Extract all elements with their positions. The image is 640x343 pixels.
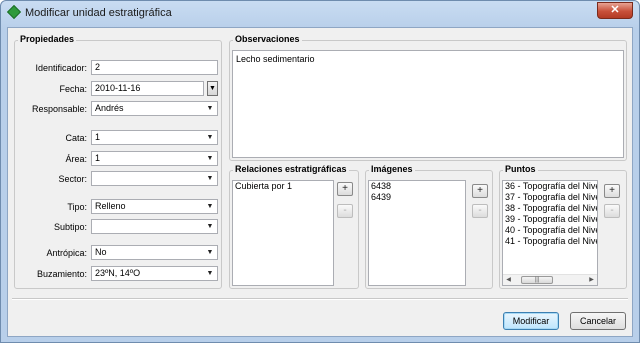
antropica-label: Antrópica: — [46, 248, 87, 258]
responsable-select[interactable]: Andrés ▼ — [91, 101, 218, 116]
relaciones-title: Relaciones estratigráficas — [233, 164, 349, 174]
antropica-value: No — [95, 247, 107, 257]
cata-select[interactable]: 1 ▼ — [91, 130, 218, 145]
window-title: Modificar unidad estratigráfica — [25, 7, 172, 19]
add-imagen-button[interactable]: + — [472, 184, 488, 198]
title-bar[interactable]: Modificar unidad estratigráfica ✕ — [1, 1, 639, 27]
list-item[interactable]: 38 - Topografía del Nive — [503, 203, 597, 214]
tipo-label: Tipo: — [67, 202, 87, 212]
fecha-label: Fecha: — [59, 84, 87, 94]
subtipo-select[interactable]: ▼ — [91, 219, 218, 234]
subtipo-label: Subtipo: — [53, 222, 87, 232]
observaciones-textarea[interactable]: Lecho sedimentario — [232, 50, 624, 158]
add-relacion-button[interactable]: + — [337, 182, 353, 196]
chevron-down-icon: ▼ — [206, 175, 214, 182]
imagenes-list[interactable]: 6438 6439 — [368, 180, 466, 286]
responsable-label: Responsable: — [31, 104, 87, 114]
list-item[interactable]: 41 - Topografía del Nive — [503, 236, 597, 247]
tipo-value: Relleno — [95, 201, 126, 211]
observaciones-group: Observaciones Lecho sedimentario — [229, 34, 627, 161]
puntos-title: Puntos — [503, 164, 538, 174]
list-item[interactable]: 37 - Topografía del Nive — [503, 192, 597, 203]
remove-punto-button[interactable]: - — [604, 204, 620, 218]
imagenes-group: Imágenes 6438 6439 + - — [365, 164, 493, 289]
list-item[interactable]: 36 - Topografía del Nive — [503, 181, 597, 192]
modificar-button[interactable]: Modificar — [503, 312, 559, 330]
list-item[interactable]: 6438 — [369, 181, 465, 192]
date-picker-button[interactable]: ▼ — [207, 81, 218, 96]
dialog-body: Propiedades Identificador: 2 Fecha: 2010… — [7, 27, 633, 337]
scroll-right-icon[interactable]: ▶ — [586, 275, 597, 285]
chevron-down-icon: ▼ — [206, 223, 214, 230]
sector-label: Sector: — [58, 174, 87, 184]
chevron-down-icon: ▼ — [206, 155, 214, 162]
app-diamond-icon — [6, 4, 22, 20]
imagenes-title: Imágenes — [369, 164, 415, 174]
relaciones-list[interactable]: Cubierta por 1 — [232, 180, 334, 286]
antropica-select[interactable]: No ▼ — [91, 245, 218, 260]
area-value: 1 — [95, 153, 101, 163]
buzamiento-select[interactable]: 23ºN, 14ºO ▼ — [91, 266, 218, 281]
list-item[interactable]: 6439 — [369, 192, 465, 203]
puntos-horizontal-scrollbar[interactable]: ◀ ||| ▶ — [503, 274, 597, 285]
remove-relacion-button[interactable]: - — [337, 204, 353, 218]
remove-imagen-button[interactable]: - — [472, 204, 488, 218]
add-punto-button[interactable]: + — [604, 184, 620, 198]
propiedades-group: Propiedades Identificador: 2 Fecha: 2010… — [14, 34, 222, 289]
scroll-left-icon[interactable]: ◀ — [503, 275, 514, 285]
sector-select[interactable]: ▼ — [91, 171, 218, 186]
buzamiento-value: 23ºN, 14ºO — [95, 268, 141, 278]
identificador-label: Identificador: — [35, 63, 87, 73]
cata-label: Cata: — [65, 133, 87, 143]
list-item[interactable]: 39 - Topografía del Nive — [503, 214, 597, 225]
dialog-window: Modificar unidad estratigráfica ✕ Propie… — [0, 0, 640, 343]
chevron-down-icon: ▼ — [206, 203, 214, 210]
identificador-field[interactable]: 2 — [91, 60, 218, 75]
relaciones-group: Relaciones estratigráficas Cubierta por … — [229, 164, 359, 289]
chevron-down-icon: ▼ — [206, 270, 214, 277]
close-button[interactable]: ✕ — [597, 2, 633, 19]
divider — [12, 298, 628, 300]
area-label: Área: — [65, 154, 87, 164]
cancelar-button[interactable]: Cancelar — [570, 312, 626, 330]
area-select[interactable]: 1 ▼ — [91, 151, 218, 166]
chevron-down-icon: ▼ — [206, 249, 214, 256]
observaciones-title: Observaciones — [233, 34, 302, 44]
responsable-value: Andrés — [95, 103, 124, 113]
list-item[interactable]: 40 - Topografía del Nive — [503, 225, 597, 236]
cata-value: 1 — [95, 132, 101, 142]
chevron-down-icon: ▼ — [206, 134, 214, 141]
list-item[interactable]: Cubierta por 1 — [233, 181, 333, 192]
tipo-select[interactable]: Relleno ▼ — [91, 199, 218, 214]
scrollbar-thumb[interactable]: ||| — [521, 276, 553, 284]
fecha-field[interactable]: 2010-11-16 — [91, 81, 204, 96]
chevron-down-icon: ▼ — [206, 105, 214, 112]
puntos-group: Puntos 36 - Topografía del Nive 37 - Top… — [499, 164, 627, 289]
puntos-list[interactable]: 36 - Topografía del Nive 37 - Topografía… — [502, 180, 598, 286]
buzamiento-label: Buzamiento: — [36, 269, 87, 279]
propiedades-title: Propiedades — [18, 34, 77, 44]
